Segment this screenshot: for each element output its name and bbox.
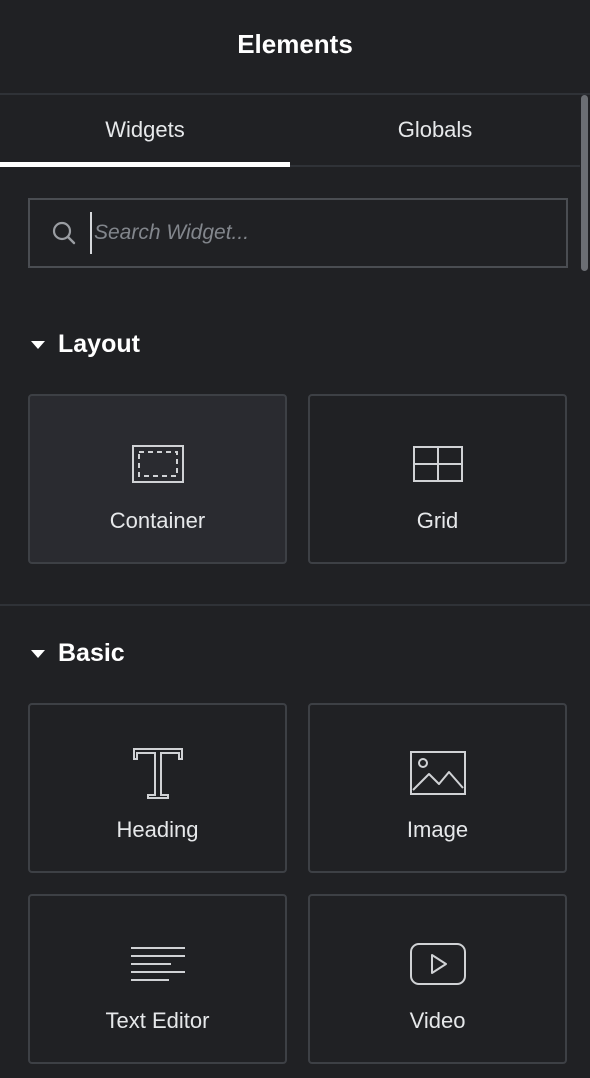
caret-down-icon: [31, 340, 45, 349]
widget-label: Image: [406, 817, 469, 842]
widget-text-editor[interactable]: Text Editor: [28, 894, 287, 1064]
container-icon: [126, 434, 190, 494]
panel-tabs: Widgets Globals: [0, 95, 580, 167]
search-box[interactable]: [28, 198, 568, 268]
widget-heading[interactable]: Heading: [28, 703, 287, 873]
widget-container[interactable]: Container: [28, 394, 287, 564]
scrollbar-thumb[interactable]: [581, 95, 588, 271]
widget-label: Heading: [116, 817, 199, 842]
widget-label: Grid: [416, 508, 459, 533]
search-icon: [52, 221, 76, 245]
tab-globals[interactable]: Globals: [290, 95, 580, 165]
panel-title: Elements: [237, 29, 353, 59]
widget-label: Text Editor: [105, 1008, 210, 1033]
widget-label: Container: [109, 508, 206, 533]
text-editor-icon: [126, 934, 190, 994]
widget-label: Video: [409, 1008, 466, 1033]
image-icon: [406, 743, 470, 803]
section-title-layout: Layout: [58, 330, 140, 358]
heading-icon: [126, 743, 190, 803]
grid-icon: [406, 434, 470, 494]
panel-header: Elements: [0, 0, 590, 95]
scrollbar[interactable]: [580, 95, 590, 273]
search-input[interactable]: [90, 212, 566, 254]
section-divider: [0, 604, 590, 606]
section-header-layout[interactable]: Layout: [30, 330, 140, 359]
section-title-basic: Basic: [58, 639, 125, 667]
section-header-basic[interactable]: Basic: [30, 639, 125, 668]
widget-image[interactable]: Image: [308, 703, 567, 873]
video-icon: [406, 934, 470, 994]
widget-grid[interactable]: Grid: [308, 394, 567, 564]
tab-widgets[interactable]: Widgets: [0, 95, 290, 167]
widget-video[interactable]: Video: [308, 894, 567, 1064]
caret-down-icon: [31, 649, 45, 658]
